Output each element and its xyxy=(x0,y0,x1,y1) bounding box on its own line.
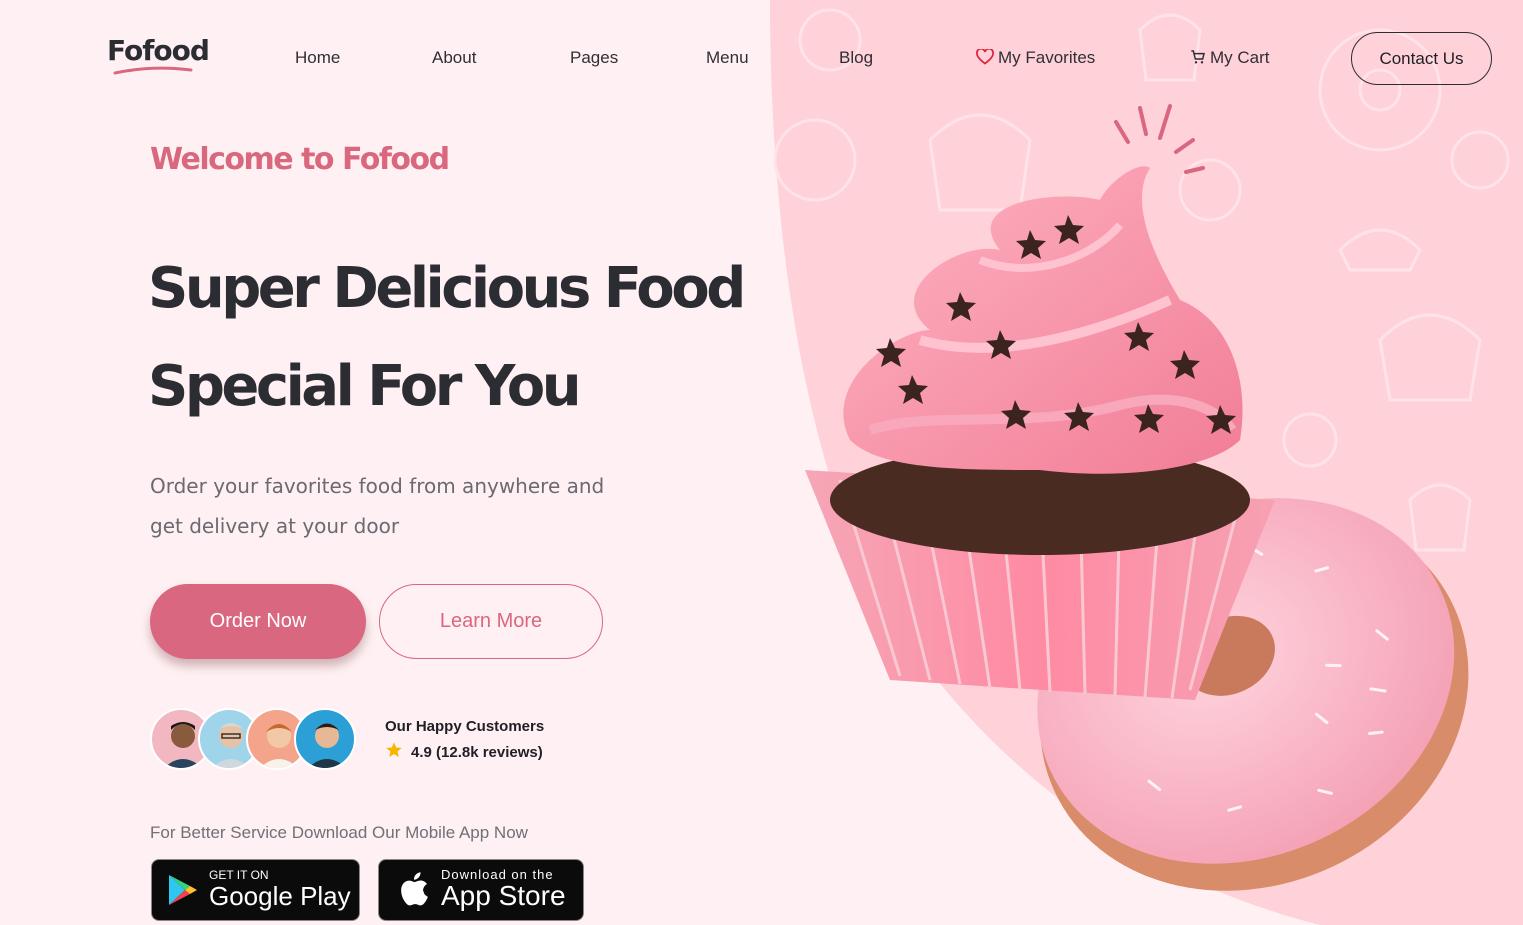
google-play-big-text: Google Play xyxy=(209,881,351,911)
favorites-label: My Favorites xyxy=(998,48,1096,67)
customers-title: Our Happy Customers xyxy=(385,718,545,735)
google-play-small-text: GET IT ON xyxy=(209,868,269,882)
apple-icon xyxy=(397,871,429,909)
nav-home[interactable]: Home xyxy=(295,48,340,68)
heart-icon xyxy=(976,47,994,70)
headline-line-1: Super Delicious Food xyxy=(148,256,746,321)
avatar xyxy=(294,708,356,770)
logo-swoosh xyxy=(113,66,193,75)
hero-subtext: Order your favorites food from anywhere … xyxy=(150,466,630,546)
nav-cart[interactable]: My Cart xyxy=(1190,48,1270,70)
learn-more-button[interactable]: Learn More xyxy=(379,584,603,659)
nav-about[interactable]: About xyxy=(432,48,476,68)
subtext-line-1: Order your favorites food from anywhere … xyxy=(150,474,605,498)
hero-food-image xyxy=(805,104,1469,891)
hero-headline: Super Delicious Food Special For You xyxy=(148,240,768,436)
star-icon xyxy=(385,741,403,763)
headline-line-2: Special For You xyxy=(148,354,582,419)
google-play-badge[interactable]: GET IT ON Google Play xyxy=(151,859,360,921)
cart-icon xyxy=(1190,49,1206,70)
app-store-big-text: App Store xyxy=(441,880,566,911)
nav-blog[interactable]: Blog xyxy=(839,48,873,68)
nav-pages[interactable]: Pages xyxy=(570,48,618,68)
hero-backdrop xyxy=(770,0,1523,925)
subtext-line-2: get delivery at your door xyxy=(150,514,400,538)
customer-avatars xyxy=(150,708,360,770)
rating-text: 4.9 (12.8k reviews) xyxy=(411,743,543,761)
logo[interactable]: Fofood xyxy=(107,34,210,67)
contact-us-button[interactable]: Contact Us xyxy=(1351,32,1492,85)
welcome-heading: Welcome to Fofood xyxy=(150,142,450,177)
nav-favorites[interactable]: My Favorites xyxy=(976,47,1096,70)
customers-rating: 4.9 (12.8k reviews) xyxy=(385,741,543,763)
nav-menu[interactable]: Menu xyxy=(706,48,749,68)
cart-label: My Cart xyxy=(1210,48,1270,67)
app-download-note: For Better Service Download Our Mobile A… xyxy=(150,823,528,842)
order-now-button[interactable]: Order Now xyxy=(150,584,366,659)
google-play-icon xyxy=(167,873,199,907)
app-store-badge[interactable]: Download on the App Store xyxy=(378,859,584,921)
